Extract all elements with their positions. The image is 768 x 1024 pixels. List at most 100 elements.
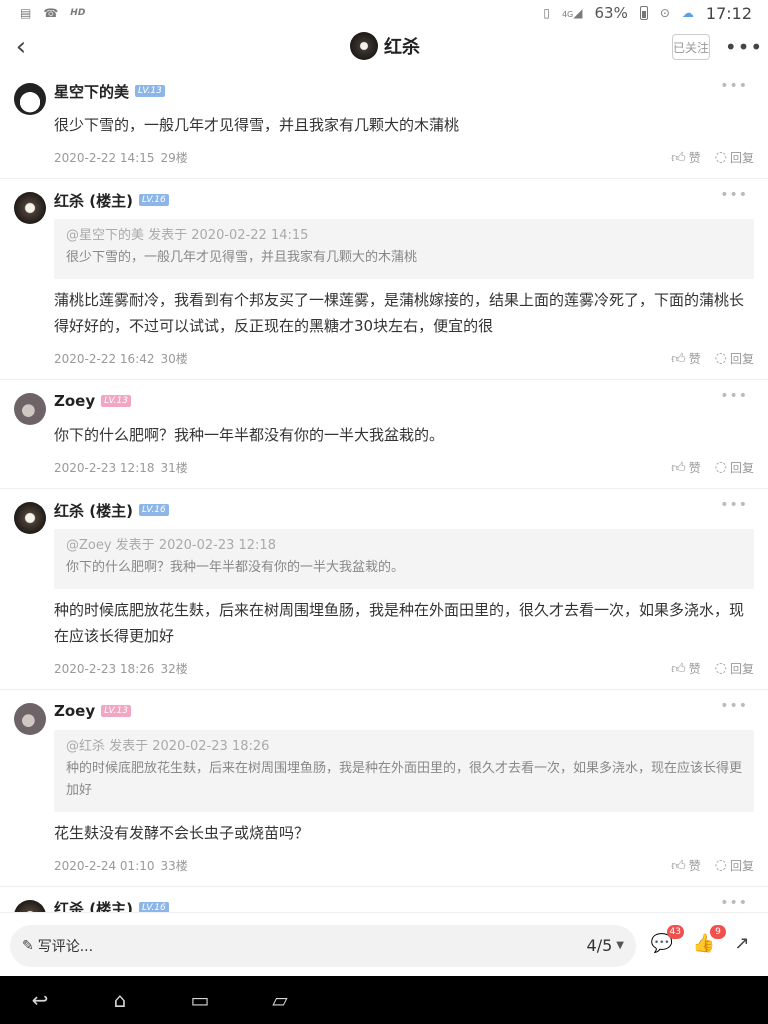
comment-more-icon[interactable]: ••• [720, 698, 748, 714]
quote-header: @红杀 发表于 2020-02-23 18:26 [66, 739, 270, 754]
like-icon[interactable]: 👍 9 [690, 925, 726, 957]
reply-label: 回复 [729, 351, 754, 366]
comment-username[interactable]: 星空下的美 [54, 81, 129, 102]
home-nav-icon[interactable]: ⌂ [100, 986, 140, 1014]
comment-time-floor: 2020-2-22 14:15 29楼 [54, 149, 188, 166]
reply-label: 回复 [729, 460, 754, 475]
bottom-bar: ✎ 写评论... 4/5 ▼ 💬 43 👍 9 ↗ [0, 912, 768, 976]
thumbs-up-icon: 👍︎ [671, 660, 686, 677]
comment-meta: 2020-2-22 14:15 29楼 👍︎ 赞 ◌ 回复 [54, 146, 754, 168]
top-nav: ‹ 红杀 已关注 ••• [0, 26, 768, 70]
level-badge: LV.13 [135, 85, 165, 97]
avatar[interactable] [14, 502, 46, 534]
comment-item[interactable]: ••• Zoey LV.13 @红杀 发表于 2020-02-23 18:26 种的时候… [0, 690, 768, 887]
comment-header: Zoey LV.13 [54, 388, 754, 414]
screenshot-nav-icon[interactable]: ▱ [260, 986, 300, 1014]
comment-placeholder: 写评论... [37, 939, 94, 955]
like-button[interactable]: 👍︎ 赞 [671, 660, 701, 677]
reply-button[interactable]: ◌ 回复 [715, 857, 754, 874]
reply-icon: ◌ [714, 149, 727, 165]
comment-body: 种的时候底肥放花生麸，后来在树周围埋鱼肠，我是种在外面田里的，很久才去看一次，如… [54, 601, 745, 645]
reply-icon: ◌ [714, 857, 727, 873]
comment-actions: 👍︎ 赞 ◌ 回复 [671, 459, 754, 476]
comment-more-icon[interactable]: ••• [720, 187, 748, 203]
page-indicator: 4/5 [586, 936, 613, 955]
comment-time-floor: 2020-2-22 16:42 30楼 [54, 350, 188, 367]
follow-button[interactable]: 已关注 [672, 34, 710, 60]
comment-username[interactable]: 红杀 (楼主) [54, 190, 133, 211]
comment-floor: 32楼 [160, 661, 188, 676]
back-icon[interactable]: ‹ [6, 32, 36, 62]
comment-floor: 33楼 [160, 858, 188, 873]
comment-body: 蒲桃比莲雾耐冷，我看到有个邦友买了一棵莲雾，是蒲桃嫁接的，结果上面的莲雾冷死了，… [54, 291, 745, 335]
page-selector[interactable]: 4/5 ▼ [587, 936, 624, 955]
author-avatar [350, 32, 378, 60]
quoted-comment[interactable]: @Zoey 发表于 2020-02-23 12:18 你下的什么肥啊？我种一年半都… [54, 529, 754, 589]
comment-header: 红杀 (楼主) LV.16 [54, 187, 754, 213]
avatar[interactable] [14, 900, 46, 912]
level-badge: LV.16 [138, 902, 169, 912]
comment-more-icon[interactable]: ••• [720, 895, 748, 911]
reply-label: 回复 [729, 150, 754, 165]
caret-down-icon: ▼ [616, 940, 624, 951]
comment-header: 星空下的美 LV.13 [54, 78, 754, 104]
quote-text: 你下的什么肥啊？我种一年半都没有你的一半大我盆栽的。 [66, 560, 405, 575]
missed-call-icon: ☎ [43, 6, 59, 20]
like-button[interactable]: 👍︎ 赞 [671, 149, 701, 166]
vibrate-icon: ▯ [543, 6, 550, 20]
comment-item[interactable]: ••• Zoey LV.13 你下的什么肥啊？我种一年半都没有你的一半大我盆栽的。 20… [0, 380, 768, 489]
thread-author[interactable]: 红杀 [350, 32, 420, 60]
battery-percent: 63% [594, 4, 628, 22]
comment-input[interactable]: ✎ 写评论... 4/5 ▼ [10, 925, 636, 967]
more-icon[interactable]: ••• [725, 34, 762, 60]
quoted-comment[interactable]: @星空下的美 发表于 2020-02-22 14:15 很少下雪的，一般几年才见得… [54, 219, 754, 279]
comment-more-icon[interactable]: ••• [720, 78, 748, 94]
comment-meta: 2020-2-22 16:42 30楼 👍︎ 赞 ◌ 回复 [54, 347, 754, 369]
avatar[interactable] [14, 192, 46, 224]
comment-username[interactable]: 红杀 (楼主) [54, 500, 133, 521]
hd-icon: HD [70, 8, 86, 18]
thumbs-up-icon: 👍︎ [671, 459, 686, 476]
like-button[interactable]: 👍︎ 赞 [671, 459, 701, 476]
comment-body: 花生麸没有发酵不会长虫子或烧苗吗？ [54, 824, 310, 842]
like-button[interactable]: 👍︎ 赞 [671, 350, 701, 367]
avatar[interactable] [14, 703, 46, 735]
reply-button[interactable]: ◌ 回复 [715, 149, 754, 166]
back-nav-icon[interactable]: ↩ [20, 986, 60, 1014]
thumbs-up-icon: 👍︎ [671, 149, 686, 166]
quote-text: 很少下雪的，一般几年才见得雪，并且我家有几颗大的木蒲桃 [66, 250, 418, 265]
comment-meta: 2020-2-23 18:26 32楼 👍︎ 赞 ◌ 回复 [54, 657, 754, 679]
comment-list: ••• 星空下的美 LV.13 很少下雪的，一般几年才见得雪，并且我家有几颗大的木蒲桃… [0, 70, 768, 912]
reply-button[interactable]: ◌ 回复 [715, 459, 754, 476]
comment-item[interactable]: ••• 星空下的美 LV.13 很少下雪的，一般几年才见得雪，并且我家有几颗大的木蒲桃… [0, 70, 768, 179]
comment-time: 2020-2-23 12:18 [54, 460, 155, 475]
avatar[interactable] [14, 83, 46, 115]
quoted-comment[interactable]: @红杀 发表于 2020-02-23 18:26 种的时候底肥放花生麸，后来在树周… [54, 730, 754, 812]
share-icon[interactable]: ↗ [728, 929, 756, 957]
like-button[interactable]: 👍︎ 赞 [671, 857, 701, 874]
thumbs-up-icon: 👍︎ [671, 857, 686, 874]
reply-button[interactable]: ◌ 回复 [715, 660, 754, 677]
comment-actions: 👍︎ 赞 ◌ 回复 [671, 857, 754, 874]
comment-body: 很少下雪的，一般几年才见得雪，并且我家有几颗大的木蒲桃 [54, 116, 460, 134]
reply-icon: ◌ [714, 350, 727, 366]
like-label: 赞 [688, 150, 701, 165]
avatar[interactable] [14, 393, 46, 425]
comment-username[interactable]: Zoey [54, 392, 95, 410]
system-nav-bar: ↩ ⌂ ▭ ▱ [0, 976, 768, 1024]
comment-item[interactable]: ••• 红杀 (楼主) LV.16 @星空下的美 发表于 2020-02-22 14:… [0, 179, 768, 380]
recents-nav-icon[interactable]: ▭ [180, 986, 220, 1014]
comment-item[interactable]: ••• 红杀 (楼主) LV.16 @Zoey 发表于 2020-02-23 12:1… [0, 489, 768, 690]
message-icon: ▤ [20, 6, 32, 20]
alarm-icon: ⊙ [659, 6, 670, 20]
comment-username[interactable]: 红杀 (楼主) [54, 898, 133, 913]
comment-icon[interactable]: 💬 43 [648, 925, 684, 957]
comment-item[interactable]: ••• 红杀 (楼主) LV.16 [0, 887, 768, 912]
comment-time-floor: 2020-2-24 01:10 33楼 [54, 857, 188, 874]
comment-more-icon[interactable]: ••• [720, 497, 748, 513]
pen-icon: ✎ [22, 938, 34, 954]
reply-button[interactable]: ◌ 回复 [715, 350, 754, 367]
level-badge: LV.16 [138, 504, 169, 516]
comment-username[interactable]: Zoey [54, 702, 95, 720]
comment-more-icon[interactable]: ••• [720, 388, 748, 404]
